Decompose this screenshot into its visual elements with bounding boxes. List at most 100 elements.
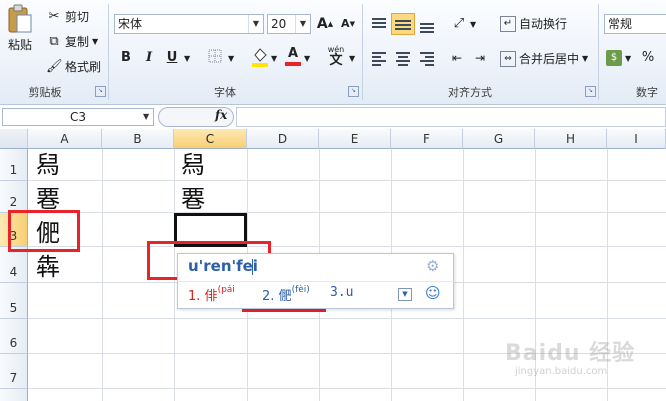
column-header[interactable]: H [535,129,607,149]
column-header[interactable]: G [463,129,535,149]
chevron-down-icon[interactable]: ▼ [582,54,588,63]
fill-color-button[interactable] [250,46,270,67]
italic-button[interactable]: I [139,48,159,68]
column-header[interactable]: D [247,129,319,149]
chevron-down-icon[interactable]: ▼ [470,20,476,29]
cell-C1[interactable]: 舄 [181,149,205,181]
column-header[interactable]: B [102,129,174,149]
number-format-select[interactable]: 常规 [604,14,666,34]
number-format-value: 常规 [608,17,633,31]
increase-indent-icon: ⇥ [474,51,486,65]
chevron-down-icon[interactable]: ▼ [349,54,355,63]
currency-button[interactable]: $ ▼ [606,50,631,66]
watermark-logo: Baidu 经验 [505,341,636,366]
clipboard-launcher[interactable]: ↘ [95,86,106,97]
font-launcher[interactable]: ↘ [348,86,359,97]
chevron-down-icon[interactable]: ▼ [143,112,149,121]
row-header[interactable]: 4 [0,247,28,283]
font-size-select[interactable]: 20 ▼ [267,14,311,34]
phonetic-button[interactable]: wén 文 [324,44,348,67]
arrow-up-icon: ▲ [327,20,334,28]
column-header[interactable]: F [391,129,463,149]
select-all-corner[interactable] [0,129,28,149]
ime-candidate-3[interactable]: 3.u [330,285,353,300]
ime-expand-button[interactable]: ▼ [398,288,412,301]
candidate-pinyin: (fèi) [291,285,310,295]
column-header[interactable]: I [607,129,666,149]
alignment-launcher[interactable]: ↘ [585,86,596,97]
chevron-down-icon[interactable]: ▼ [248,15,263,33]
row-header[interactable]: 7 [0,354,28,389]
increase-indent-button[interactable]: ⇥ [470,48,490,68]
name-box[interactable]: C3 [2,108,154,126]
row-header[interactable]: 1 [0,149,28,181]
chevron-down-icon[interactable]: ▼ [228,54,234,63]
wrap-text-icon: ↵ [500,15,516,32]
chevron-down-icon[interactable]: ▼ [304,54,310,63]
column-header[interactable]: A [28,129,102,149]
brush-icon: 🖌 [46,58,63,74]
gridline [102,149,103,401]
chevron-down-icon[interactable]: ▼ [295,15,310,33]
paste-button[interactable]: 粘贴 [6,4,34,64]
percent-button[interactable]: % [638,48,658,68]
wrap-text-button[interactable]: ↵ 自动换行 [500,15,567,32]
font-name-select[interactable]: 宋体 ▼ [114,14,264,34]
borders-button[interactable] [205,48,225,68]
group-separator [108,4,109,100]
grow-font-button[interactable]: A▲ [315,14,335,34]
paint-bucket-icon [252,48,268,67]
cell-A4[interactable]: 犇 [36,251,60,283]
align-bottom-button[interactable] [417,14,437,34]
gear-icon[interactable]: ⚙ [426,257,439,275]
merge-center-button[interactable]: ⇔ 合并后居中 ▼ [500,50,588,67]
grow-font-icon: A [316,16,328,32]
font-name-value: 宋体 [118,17,143,31]
row-header[interactable]: 5 [0,283,28,319]
gridline [28,212,666,213]
bold-button[interactable]: B [116,48,136,68]
cell-A1[interactable]: 舄 [36,149,60,181]
align-right-button[interactable] [417,48,437,68]
copy-icon: ⧉ [49,33,59,49]
cell-C2[interactable]: 䙴 [181,183,205,215]
chevron-down-icon[interactable]: ▼ [184,54,190,63]
font-color-icon: A [287,46,299,61]
emoji-icon[interactable]: ☺ [425,284,441,302]
group-separator [598,4,599,100]
column-header[interactable]: E [319,129,391,149]
orientation-button[interactable]: ⤢ [449,14,469,34]
align-left-button[interactable] [369,48,389,68]
gridline [28,388,666,389]
merge-cells-icon: ⇔ [500,50,516,67]
row-header[interactable]: 6 [0,319,28,354]
ribbon: 粘贴 ✂ 剪切 ⧉ 复制 ▼ 🖌 格式刷 剪贴板 ↘ 宋体 ▼ 20 ▼ A▲ … [0,0,666,105]
insert-function-button[interactable]: fx [215,108,227,122]
chevron-down-icon: ▼ [92,37,99,46]
chevron-down-icon[interactable]: ▼ [625,54,631,63]
copy-button[interactable]: ⧉ 复制 ▼ [46,33,98,50]
gridline [28,180,666,181]
row-header[interactable]: 2 [0,181,28,213]
shrink-font-button[interactable]: A▼ [338,14,358,34]
underline-button[interactable]: U [162,48,182,68]
ime-candidate-1[interactable]: 1. 俳(pái [188,285,235,304]
align-middle-button[interactable] [391,13,415,35]
align-center-button[interactable] [393,48,413,68]
cut-button[interactable]: ✂ 剪切 [46,8,89,25]
borders-icon [208,49,222,63]
decrease-indent-button[interactable]: ⇤ [447,48,467,68]
ime-candidate-2[interactable]: 2. 俷(fèi) [262,285,310,304]
paste-label: 粘贴 [7,38,32,52]
chevron-down-icon[interactable]: ▼ [271,54,277,63]
formula-input[interactable] [236,107,666,127]
font-color-button[interactable]: A [283,46,303,68]
ime-composition-text: u'ren'fei [188,257,258,275]
candidate-number: 3. [330,285,346,300]
copy-label: 复制 [65,35,90,49]
align-top-button[interactable] [369,14,389,34]
format-painter-button[interactable]: 🖌 格式刷 [46,58,101,75]
column-header-selected[interactable]: C [174,129,247,149]
row-number: 1 [9,163,18,177]
percent-icon: % [641,50,655,65]
